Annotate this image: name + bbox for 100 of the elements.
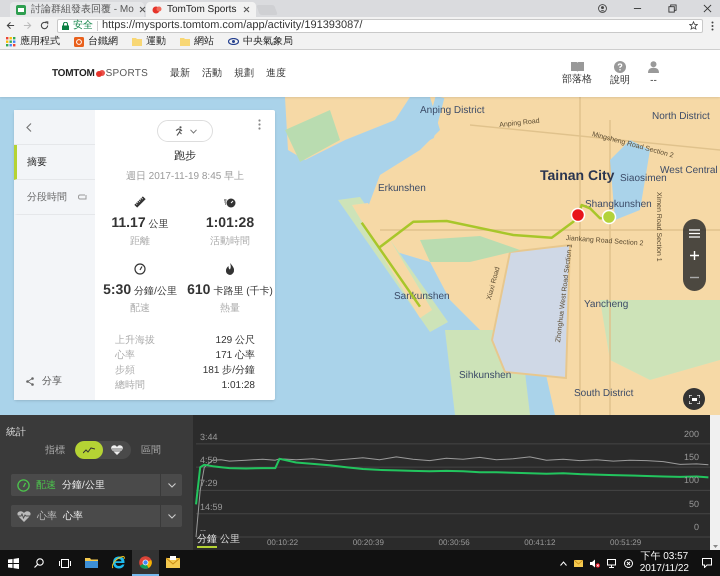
eye-icon [228, 38, 239, 45]
stat-unit: 卡路里 (千卡) [213, 284, 273, 298]
sidebar-item[interactable]: 分段時間 [14, 180, 95, 215]
detail-value: 129 公尺 [216, 334, 255, 348]
clock-date: 2017/11/22 [640, 564, 689, 574]
logo-mark-icon [96, 70, 105, 77]
view-tab[interactable] [75, 441, 103, 459]
map-label: Tainan City [540, 168, 614, 182]
folder-icon [85, 556, 98, 568]
chat-favicon-icon [16, 4, 26, 14]
profile-icon [598, 4, 607, 13]
user-icon [648, 61, 659, 73]
chevron-up-icon [560, 560, 567, 566]
clock-time: 下午 03:57 [640, 552, 688, 562]
folder-icon [132, 37, 142, 46]
close-icon [703, 4, 712, 13]
header-action[interactable]: -- [647, 61, 660, 86]
heart-zones-icon [111, 445, 123, 455]
nav-link[interactable]: 最新 [170, 66, 190, 81]
star-icon [689, 21, 698, 30]
detail-value: 1:01:28 [222, 379, 255, 393]
detail-label: 心率 [115, 348, 135, 363]
activity-date: 週日 2017-11-19 8:45 早上 [126, 170, 244, 184]
book-icon [570, 61, 584, 72]
end-marker [570, 208, 586, 222]
close-icon [243, 6, 250, 13]
bookmark-item[interactable]: 中央氣象局 [227, 34, 294, 48]
flame-icon [224, 262, 236, 274]
activity-title: 跑步 [174, 149, 196, 164]
forward-icon [23, 21, 32, 30]
bookmark-item[interactable]: 台鐵網 [73, 34, 119, 48]
browser-tab[interactable]: TomTom Sports [146, 2, 256, 17]
runner-icon [174, 126, 184, 136]
nav-link[interactable]: 活動 [202, 66, 222, 81]
map-label: Erkunshen [378, 184, 426, 194]
map-label: North District [652, 112, 710, 122]
axis-tick-label: 00:41:12 [524, 539, 556, 547]
bookmark-item[interactable]: 運動 [131, 34, 167, 48]
axis-tick-label: 14:59 [199, 502, 224, 512]
header-action[interactable]: 部落格 [561, 61, 593, 86]
share-link[interactable]: 分享 [42, 374, 62, 388]
reload-icon [40, 21, 49, 30]
header-action[interactable]: 說明 [609, 61, 631, 86]
unit-tab[interactable]: 公里 [220, 535, 240, 548]
browser-tab[interactable]: 討論群組發表回覆 - Mo [10, 2, 144, 17]
ruler-icon [134, 196, 146, 208]
activity-type-dropdown[interactable] [157, 120, 213, 142]
security-label: 安全 [73, 20, 93, 30]
task-view-icon [59, 558, 71, 568]
axis-tick-label: 00:20:39 [352, 539, 384, 547]
toggle-label: 區間 [141, 444, 161, 458]
axis-tick-label: 50 [688, 500, 700, 509]
detail-value: 181 步/分鐘 [202, 364, 255, 378]
detail-label: 步頻 [115, 364, 135, 378]
gauge-icon [17, 478, 30, 492]
start-marker [602, 210, 616, 224]
gauge-icon [134, 262, 146, 274]
error-circle-icon [624, 558, 633, 568]
close-icon [138, 6, 146, 13]
nav-link[interactable]: 進度 [266, 66, 286, 81]
axis-tick-label: 3:44 [199, 432, 219, 442]
search-icon [34, 558, 44, 568]
stat-label: 熱量 [220, 302, 240, 316]
address-bar[interactable]: 安全 https://mysports.tomtom.com/app/activity/191393087/ [57, 18, 703, 32]
map-label: Shangkunshen [585, 200, 652, 210]
stat-label: 配速 [130, 302, 150, 316]
logo-wordmark[interactable]: TOMTOM [52, 66, 95, 81]
fit-frame-icon [688, 394, 700, 404]
detail-value: 171 心率 [216, 348, 255, 363]
maximize-icon [668, 4, 677, 13]
menu-icon [711, 20, 714, 30]
metric-selector[interactable]: 配速 分鐘/公里 [11, 474, 182, 496]
unit-tab[interactable]: 分鐘 [197, 535, 217, 548]
bookmark-item[interactable]: 應用程式 [5, 34, 61, 48]
url-text: https://mysports.tomtom.com/app/activity/191393087/ [102, 20, 364, 31]
map-label: Sihkunshen [459, 371, 512, 381]
help-icon [614, 61, 626, 73]
axis-tick-label: 00:30:56 [438, 539, 470, 547]
taskbar-app[interactable] [132, 550, 159, 576]
back-chevron-icon [26, 122, 32, 132]
axis-tick-label: 0 [692, 523, 700, 532]
laps-icon [78, 194, 87, 200]
kebab-icon [258, 119, 261, 130]
windows-start-icon [8, 558, 18, 568]
bookmark-item[interactable]: 網站 [179, 34, 215, 48]
stat-value: 11.17 [111, 212, 146, 232]
nav-link[interactable]: 規劃 [234, 66, 254, 81]
axis-tick-label: 200 [682, 430, 700, 439]
stat-unit: 公里 [148, 218, 169, 232]
envelope-icon [166, 556, 180, 568]
tomtom-favicon-icon [152, 4, 162, 14]
chevron-down-icon [168, 482, 176, 488]
lock-icon [62, 22, 69, 30]
axis-tick-label: 00:51:29 [610, 539, 642, 547]
sidebar-item[interactable]: 摘要 [14, 145, 95, 180]
metric-selector[interactable]: 心率 心率 [11, 505, 182, 527]
line-chart-icon [83, 446, 95, 454]
axis-tick-label: 150 [682, 453, 700, 462]
logo-subtitle: SPORTS [106, 67, 148, 81]
axis-tick-label: 100 [682, 476, 700, 486]
